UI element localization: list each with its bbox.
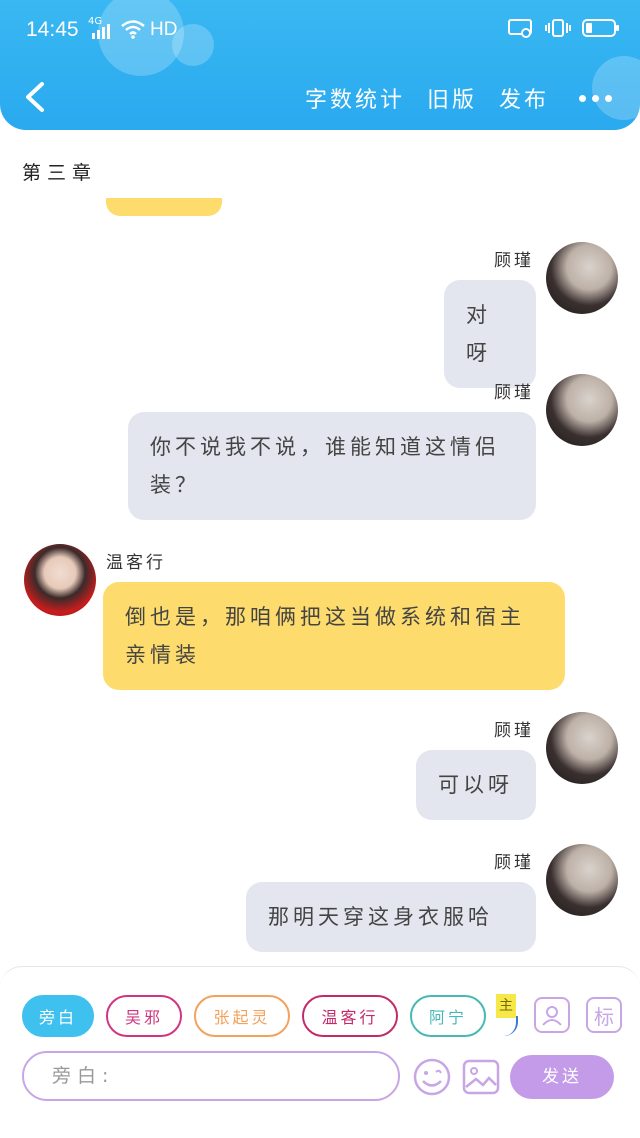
avatar[interactable] [546, 242, 618, 314]
role-chip-zhangqiling[interactable]: 张起灵 [194, 995, 290, 1037]
role-chip-aning[interactable]: 阿宁 [410, 995, 486, 1037]
send-button[interactable]: 发送 [510, 1055, 614, 1099]
back-arrow-icon[interactable] [22, 80, 48, 114]
sender-name: 顾瑾 [494, 721, 534, 741]
message-input[interactable]: 旁白: [22, 1051, 400, 1101]
avatar[interactable] [546, 844, 618, 916]
wifi-icon [121, 20, 145, 39]
composer-panel: 旁白 吴邪 张起灵 温客行 阿宁 标 旁白: 发送 [0, 966, 640, 1138]
more-icon[interactable] [579, 94, 612, 102]
sender-name: 温客行 [106, 553, 166, 573]
role-chip-wenkexing[interactable]: 温客行 [302, 995, 398, 1037]
avatar-tool-icon[interactable] [534, 997, 570, 1033]
avatar[interactable] [24, 544, 96, 616]
message-bubble[interactable]: 可以呀 [416, 750, 536, 820]
screen-cast-icon [508, 19, 532, 38]
word-count-button[interactable]: 字数统计 [305, 82, 405, 114]
image-icon[interactable] [462, 1059, 500, 1095]
old-version-button[interactable]: 旧版 [427, 82, 477, 114]
role-chip-wuxie[interactable]: 吴邪 [106, 995, 182, 1037]
hd-indicator: HD [150, 19, 178, 40]
emoji-icon[interactable] [412, 1057, 452, 1097]
avatar[interactable] [546, 374, 618, 446]
sender-name: 顾瑾 [494, 853, 534, 873]
battery-icon [582, 19, 619, 37]
publish-button[interactable]: 发布 [499, 82, 549, 114]
nav-actions: 字数统计 旧版 发布 [305, 82, 612, 114]
role-chip-main-partial[interactable]: 主 [496, 994, 516, 1018]
signal-icon [92, 24, 110, 39]
avatar[interactable] [546, 712, 618, 784]
message-bubble[interactable]: 倒也是，那咱俩把这当做系统和宿主亲情装 [103, 582, 565, 690]
partial-message-bubble[interactable] [106, 198, 222, 216]
status-time: 14:45 [26, 18, 79, 41]
label-tool-button[interactable]: 标 [586, 997, 622, 1033]
role-selector: 旁白 吴邪 张起灵 温客行 阿宁 [22, 995, 486, 1037]
role-chip-narrator[interactable]: 旁白 [22, 995, 94, 1037]
sender-name: 顾瑾 [494, 383, 534, 403]
message-bubble[interactable]: 你不说我不说，谁能知道这情侣装？ [128, 412, 536, 520]
chapter-title: 第三章 [22, 162, 98, 184]
message-bubble[interactable]: 那明天穿这身衣服哈 [246, 882, 536, 952]
sender-name: 顾瑾 [494, 251, 534, 271]
message-bubble[interactable]: 对呀 [444, 280, 536, 388]
vibrate-icon [545, 19, 571, 37]
top-bar: 14:45 4G HD 字数统计 旧版 发布 [0, 0, 640, 130]
status-bar: 14:45 4G HD [0, 14, 640, 50]
